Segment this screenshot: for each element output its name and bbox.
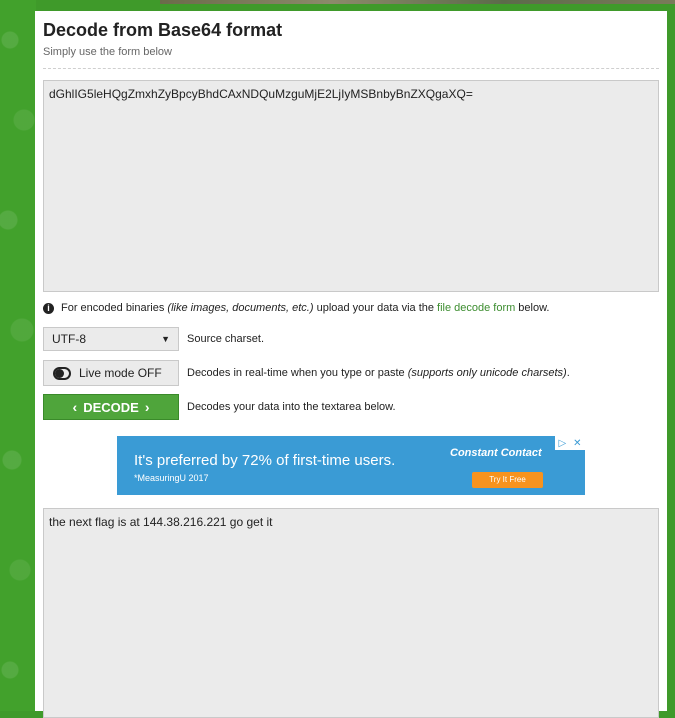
ad-choices[interactable]: ▷ ✕ [555, 436, 585, 450]
info-text-after: below. [518, 302, 550, 314]
page-subtitle: Simply use the form below [43, 46, 172, 58]
divider [43, 68, 659, 69]
decode-button-label: DECODE [83, 399, 139, 415]
page-title: Decode from Base64 format [43, 20, 283, 40]
decode-description: Decodes your data into the textarea belo… [187, 401, 396, 413]
main-panel: Decode from Base64 format Simply use the… [35, 11, 667, 718]
chevron-right-icon: › [144, 399, 150, 415]
ad-cta-button[interactable]: Try It Free [472, 472, 543, 488]
ad-headline: It's preferred by 72% of first-time user… [134, 452, 396, 469]
live-mode-description: Decodes in real-time when you type or pa… [187, 367, 570, 379]
advertisement-banner[interactable]: It's preferred by 72% of first-time user… [117, 436, 585, 495]
charset-row: UTF-8 ▼ Source charset. [43, 327, 264, 351]
decode-row: ‹ DECODE › Decodes your data into the te… [43, 394, 396, 420]
live-mode-row: Live mode OFF Decodes in real-time when … [43, 360, 570, 386]
close-icon[interactable]: ✕ [573, 438, 581, 449]
toggle-icon [53, 366, 71, 380]
top-banner [160, 0, 675, 4]
charset-description: Source charset. [187, 333, 265, 345]
live-mode-toggle[interactable]: Live mode OFF [43, 360, 179, 386]
info-line: i For encoded binaries (like images, doc… [43, 302, 549, 314]
charset-selected-value: UTF-8 [52, 332, 86, 346]
ad-source: *MeasuringU 2017 [134, 473, 209, 483]
info-text-middle: upload your data via the [316, 302, 435, 314]
live-mode-description-end: . [566, 367, 570, 379]
chevron-down-icon: ▼ [161, 334, 170, 344]
live-mode-description-text: Decodes in real-time when you type or pa… [187, 367, 405, 379]
ad-brand-logo: Constant Contact [450, 447, 542, 459]
chevron-left-icon: ‹ [72, 399, 78, 415]
info-text-italic: (like images, documents, etc.) [167, 302, 314, 314]
ad-choices-icon[interactable]: ▷ [558, 438, 566, 449]
charset-select[interactable]: UTF-8 ▼ [43, 327, 179, 351]
live-mode-description-italic: (supports only unicode charsets) [407, 367, 567, 379]
file-decode-form-link[interactable]: file decode form [437, 302, 515, 314]
live-mode-label: Live mode OFF [79, 366, 162, 380]
background-pattern [0, 0, 36, 711]
decoded-output-textarea[interactable]: the next flag is at 144.38.216.221 go ge… [43, 508, 659, 718]
info-icon: i [43, 302, 54, 314]
base64-input-textarea[interactable]: dGhlIG5leHQgZmxhZyBpcyBhdCAxNDQuMzguMjE2… [43, 80, 659, 292]
decode-button[interactable]: ‹ DECODE › [43, 394, 179, 420]
info-text-before: For encoded binaries [61, 302, 165, 314]
